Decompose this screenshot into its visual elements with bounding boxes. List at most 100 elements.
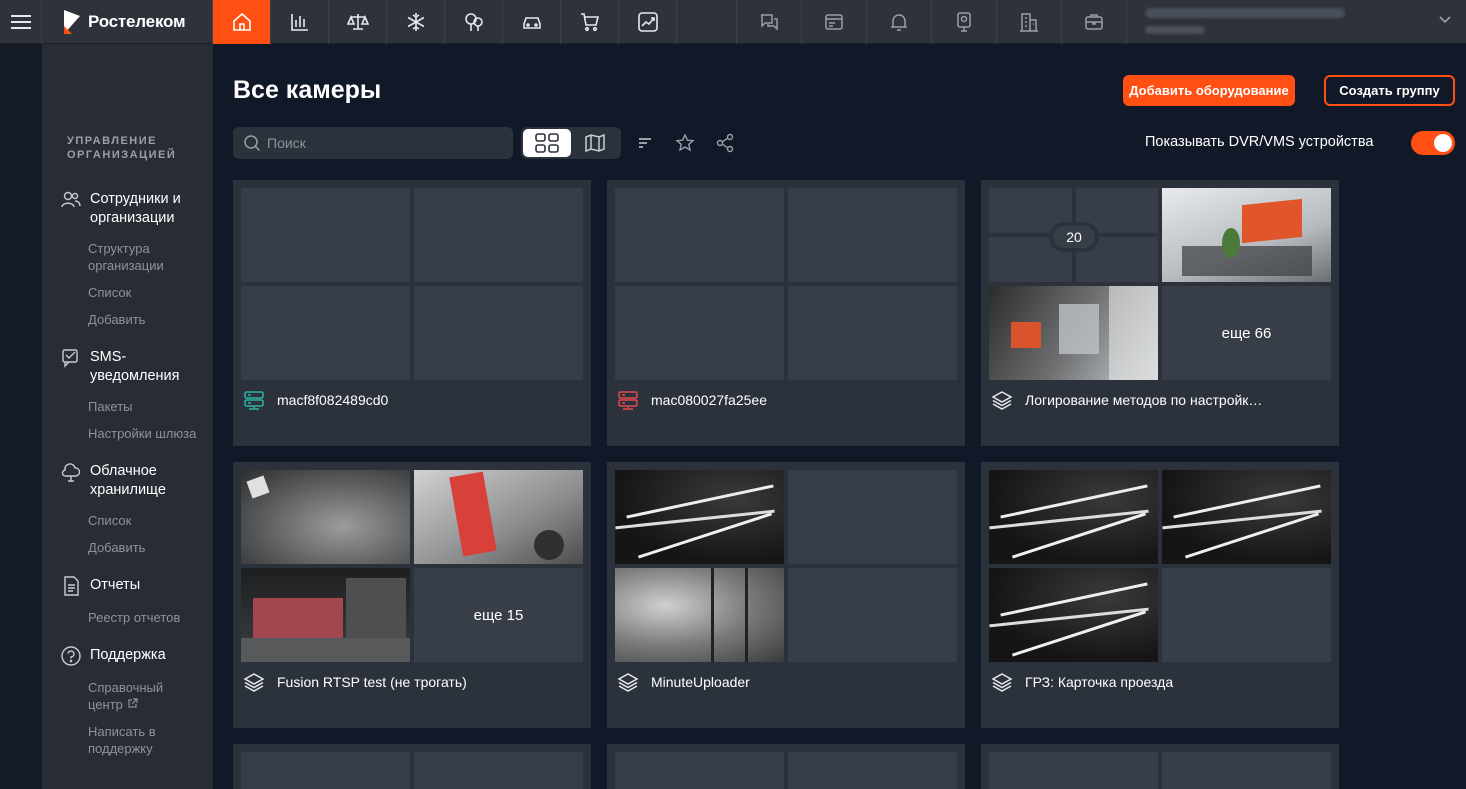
camera-snapshot: [615, 568, 784, 662]
nav-home-icon[interactable]: [213, 0, 271, 44]
nav-car-icon[interactable]: [503, 0, 561, 44]
app-root: Ростелеком УПРАВЛЕНИЕ ОРГАНИЗАЦИЕЙ Сотру…: [0, 0, 1466, 789]
camera-card-partial[interactable]: [233, 744, 591, 789]
more-cameras-label: еще 66: [1162, 286, 1331, 380]
thumbnail-placeholder: [615, 752, 784, 789]
sidebar: УПРАВЛЕНИЕ ОРГАНИЗАЦИЕЙ Сотрудники и орг…: [42, 44, 213, 789]
sidebar-group-support[interactable]: Поддержка: [42, 646, 213, 667]
camera-snapshot: [1162, 470, 1331, 564]
add-equipment-button[interactable]: Добавить оборудование: [1123, 75, 1295, 106]
card-title: mac080027fa25ee: [651, 392, 767, 408]
nav-scales-icon[interactable]: [329, 0, 387, 44]
thumbnail-placeholder: [788, 286, 957, 380]
sidebar-item-gateway[interactable]: Настройки шлюза: [42, 425, 207, 442]
sidebar-group-employees[interactable]: Сотрудники и организации: [42, 190, 213, 228]
report-icon: [64, 576, 79, 596]
group-card[interactable]: 20 еще 66 Логирование методов по настрой…: [981, 180, 1339, 446]
logo-icon: [64, 10, 80, 34]
user-email-blurred: [1145, 8, 1345, 18]
top-bar-spacer: [677, 0, 736, 43]
chat-icon[interactable]: [736, 0, 801, 44]
search-input[interactable]: [267, 135, 497, 151]
sidebar-group-label: Отчеты: [90, 577, 141, 593]
thumbnail-placeholder: [241, 188, 410, 282]
brand-logo[interactable]: Ростелеком: [42, 0, 213, 44]
camera-card-partial[interactable]: [607, 744, 965, 789]
card-title: MinuteUploader: [651, 674, 750, 690]
briefcase-icon[interactable]: [1061, 0, 1126, 44]
share-icon[interactable]: [714, 132, 736, 154]
sidebar-item-write-support[interactable]: Написать в поддержку: [42, 723, 162, 757]
sidebar-item-add[interactable]: Добавить: [42, 311, 207, 328]
camera-card[interactable]: macf8f082489cd0: [233, 180, 591, 446]
favorite-star-icon[interactable]: [674, 132, 696, 154]
thumbnail-placeholder: [1162, 752, 1331, 789]
card-thumbnails: еще 15: [241, 470, 583, 662]
main-content: Все камеры Добавить оборудование Создать…: [213, 44, 1466, 789]
dvr-toggle-label: Показывать DVR/VMS устройства: [1145, 134, 1374, 150]
camera-icon[interactable]: [931, 0, 996, 44]
camera-snapshot: [615, 470, 784, 564]
card-thumbnails: [615, 188, 957, 380]
group-card[interactable]: MinuteUploader: [607, 462, 965, 728]
menu-icon[interactable]: [0, 0, 42, 44]
layers-icon: [617, 673, 639, 692]
group-card[interactable]: ГРЗ: Карточка проезда: [981, 462, 1339, 728]
thumbnail-placeholder: [414, 286, 583, 380]
card-title: Fusion RTSP test (не трогать): [277, 674, 467, 690]
bell-icon[interactable]: [866, 0, 931, 44]
user-menu[interactable]: [1126, 0, 1466, 44]
group-card[interactable]: еще 15 Fusion RTSP test (не трогать): [233, 462, 591, 728]
nav-snowflake-icon[interactable]: [387, 0, 445, 44]
nav-cart-icon[interactable]: [561, 0, 619, 44]
sidebar-item-cloud-add[interactable]: Добавить: [42, 539, 207, 556]
card-thumbnails: 20 еще 66: [989, 188, 1331, 380]
sidebar-item-list[interactable]: Список: [42, 284, 207, 301]
sidebar-item-help-center[interactable]: Справочный центр: [42, 679, 163, 713]
sort-icon[interactable]: [634, 132, 656, 154]
sms-icon: [62, 349, 78, 368]
thumbnail-placeholder: [788, 470, 957, 564]
building-icon[interactable]: [996, 0, 1061, 44]
brand-name: Ростелеком: [88, 12, 186, 31]
camera-card-partial[interactable]: [981, 744, 1339, 789]
group-count-badge: 20: [1053, 226, 1095, 248]
map-view-button[interactable]: [571, 129, 619, 157]
nav-stats-icon[interactable]: [271, 0, 329, 44]
thumbnail-placeholder: [615, 286, 784, 380]
sidebar-group-label: Поддержка: [90, 647, 166, 663]
more-cameras-label: еще 15: [414, 568, 583, 662]
page-title: Все камеры: [233, 76, 382, 104]
camera-snapshot: [989, 286, 1158, 380]
sidebar-item-packages[interactable]: Пакеты: [42, 398, 207, 415]
view-toggle: [521, 127, 621, 159]
nav-growth-icon[interactable]: [619, 0, 677, 44]
thumbnail-placeholder: [788, 752, 957, 789]
grid-view-button[interactable]: [523, 129, 571, 157]
nav-trees-icon[interactable]: [445, 0, 503, 44]
camera-snapshot: [241, 568, 410, 662]
sidebar-group-label: Сотрудники и организации: [90, 191, 181, 226]
terminal-icon[interactable]: [801, 0, 866, 44]
server-icon: [244, 391, 264, 410]
sidebar-group-reports[interactable]: Отчеты: [42, 576, 213, 597]
layers-icon: [991, 391, 1013, 410]
thumbnail-placeholder: [989, 752, 1158, 789]
camera-snapshot: [989, 568, 1158, 662]
sidebar-group-cloud[interactable]: Облачное хранилище: [42, 462, 213, 500]
camera-snapshot: [989, 470, 1158, 564]
sidebar-item-reports-registry[interactable]: Реестр отчетов: [42, 609, 207, 626]
dvr-toggle[interactable]: [1411, 131, 1455, 155]
external-link-icon: [127, 698, 138, 708]
sidebar-group-sms[interactable]: SMS-уведомления: [42, 348, 213, 386]
camera-card[interactable]: mac080027fa25ee: [607, 180, 965, 446]
sidebar-item-cloud-list[interactable]: Список: [42, 512, 207, 529]
nested-group-thumbnail: 20: [989, 188, 1158, 282]
create-group-button[interactable]: Создать группу: [1324, 75, 1455, 106]
users-icon: [61, 191, 81, 208]
help-icon: [61, 646, 81, 666]
layers-icon: [991, 673, 1013, 692]
search-icon: [244, 135, 261, 152]
sidebar-section-title: УПРАВЛЕНИЕ ОРГАНИЗАЦИЕЙ: [67, 135, 177, 161]
sidebar-item-structure[interactable]: Структура организации: [42, 240, 164, 274]
